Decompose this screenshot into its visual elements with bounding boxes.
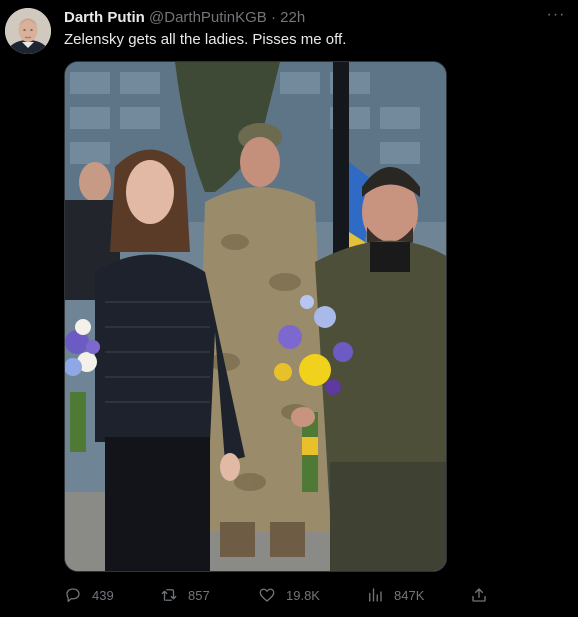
tweet-timestamp[interactable]: 22h <box>280 9 305 26</box>
reply-button[interactable]: 439 <box>64 584 114 606</box>
author-name[interactable]: Darth Putin <box>64 9 145 26</box>
view-count: 847K <box>394 587 425 603</box>
retweet-button[interactable]: 857 <box>160 584 210 606</box>
retweet-count: 857 <box>188 587 210 603</box>
separator-dot: · <box>270 9 276 26</box>
avatar[interactable] <box>5 8 51 54</box>
action-bar: 439 857 19.8K 847K <box>64 584 494 606</box>
like-button[interactable]: 19.8K <box>258 584 320 606</box>
like-count: 19.8K <box>286 587 320 603</box>
author-handle[interactable]: @DarthPutinKGB <box>149 9 267 26</box>
tweet-photo[interactable] <box>64 61 447 572</box>
reply-count: 439 <box>92 587 114 603</box>
tweet-text: Zelensky gets all the ladies. Pisses me … <box>64 31 347 48</box>
retweet-icon <box>161 589 177 601</box>
more-icon[interactable]: ··· <box>544 6 568 24</box>
tweet-header: Darth Putin @DarthPutinKGB · 22h <box>64 8 305 28</box>
heart-icon <box>259 588 275 602</box>
avatar-image <box>5 8 51 54</box>
tweet[interactable]: Darth Putin @DarthPutinKGB · 22h ··· Zel… <box>0 0 578 617</box>
photo-image <box>65 62 446 571</box>
share-icon <box>472 588 486 602</box>
views-button[interactable]: 847K <box>366 584 424 606</box>
reply-icon <box>66 588 80 603</box>
analytics-icon <box>369 588 382 602</box>
share-button[interactable] <box>470 584 498 606</box>
